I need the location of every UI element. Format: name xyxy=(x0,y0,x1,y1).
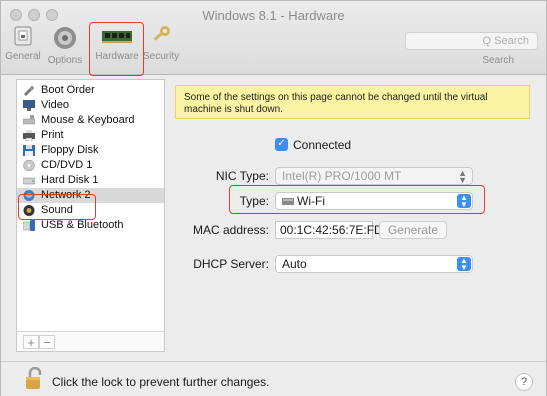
toolbar-security-label: Security xyxy=(143,51,180,62)
sidebar-item-floppy-disk[interactable]: Floppy Disk xyxy=(17,143,164,158)
generate-button[interactable]: Generate xyxy=(379,221,447,239)
toolbar-general-label: General xyxy=(5,51,41,62)
usb-icon xyxy=(23,220,35,231)
sidebar-item-label: Mouse & Keyboard xyxy=(41,114,135,126)
hard-disk-icon xyxy=(23,177,35,185)
video-icon xyxy=(23,100,35,111)
sidebar-item-label: Video xyxy=(41,99,69,111)
sidebar-item-boot-order[interactable]: Boot Order xyxy=(17,83,164,98)
keyboard-icon xyxy=(23,115,35,125)
hardware-highlight xyxy=(89,22,144,76)
toolbar-options[interactable]: Options xyxy=(45,25,85,73)
network-highlight xyxy=(18,194,96,220)
connected-label: Connected xyxy=(293,138,352,152)
sidebar-item-video[interactable]: Video xyxy=(17,98,164,113)
toolbar-security[interactable]: Security xyxy=(143,25,179,73)
key-icon xyxy=(153,26,170,41)
sidebar-item-usb-bluetooth[interactable]: USB & Bluetooth xyxy=(17,218,164,233)
mac-address-field[interactable]: 00:1C:42:56:7E:FD xyxy=(275,221,383,239)
gear-icon xyxy=(54,27,76,49)
toolbar: Windows 8.1 - Hardware General Options H… xyxy=(1,1,546,76)
mac-address-label: MAC address: xyxy=(192,223,269,237)
help-button[interactable]: ? xyxy=(515,373,533,391)
sidebar-item-label: CD/DVD 1 xyxy=(41,159,93,171)
sidebar-item-label: Boot Order xyxy=(41,84,95,96)
sidebar-item-label: Print xyxy=(41,129,64,141)
sidebar-item-label: USB & Bluetooth xyxy=(41,219,124,231)
sidebar-footer: + − xyxy=(17,331,164,351)
printer-icon xyxy=(23,130,35,141)
sidebar-item-mouse-keyboard[interactable]: Mouse & Keyboard xyxy=(17,113,164,128)
window-title: Windows 8.1 - Hardware xyxy=(202,8,345,23)
warning-banner: Some of the settings on this page cannot… xyxy=(175,85,530,119)
search-label: Search xyxy=(482,55,514,66)
dhcp-server-value: Auto xyxy=(282,257,307,271)
sidebar-item-label: Floppy Disk xyxy=(41,144,99,156)
remove-device-button[interactable]: − xyxy=(39,335,55,349)
toolbar-general[interactable]: General xyxy=(3,25,43,73)
sidebar-item-label: Hard Disk 1 xyxy=(41,174,99,186)
window: Windows 8.1 - Hardware General Options H… xyxy=(0,0,547,396)
general-icon xyxy=(14,26,32,46)
cd-icon xyxy=(23,160,35,171)
nic-type-value: Intel(R) PRO/1000 MT xyxy=(282,169,402,183)
updown-arrow-icon: ▲ ▼ xyxy=(457,257,471,272)
add-device-button[interactable]: + xyxy=(23,335,39,349)
dhcp-server-label: DHCP Server: xyxy=(193,257,269,271)
connected-checkbox[interactable]: ✓ xyxy=(275,138,288,151)
lock-icon[interactable] xyxy=(25,367,45,391)
boot-order-icon xyxy=(24,86,34,96)
type-highlight xyxy=(229,185,485,214)
sidebar-item-print[interactable]: Print xyxy=(17,128,164,143)
nic-type-select[interactable]: Intel(R) PRO/1000 MT ▲ ▼ xyxy=(275,167,473,185)
lock-message: Click the lock to prevent further change… xyxy=(52,375,270,389)
updown-arrow-icon: ▲ ▼ xyxy=(458,168,467,185)
floppy-icon xyxy=(23,145,35,156)
dhcp-server-select[interactable]: Auto ▲ ▼ xyxy=(275,255,473,273)
sidebar-item-hard-disk[interactable]: Hard Disk 1 xyxy=(17,173,164,188)
sidebar-item-cd-dvd[interactable]: CD/DVD 1 xyxy=(17,158,164,173)
toolbar-options-label: Options xyxy=(47,55,83,66)
search-input[interactable]: Q Search xyxy=(405,32,538,50)
nic-type-label: NIC Type: xyxy=(215,169,269,183)
